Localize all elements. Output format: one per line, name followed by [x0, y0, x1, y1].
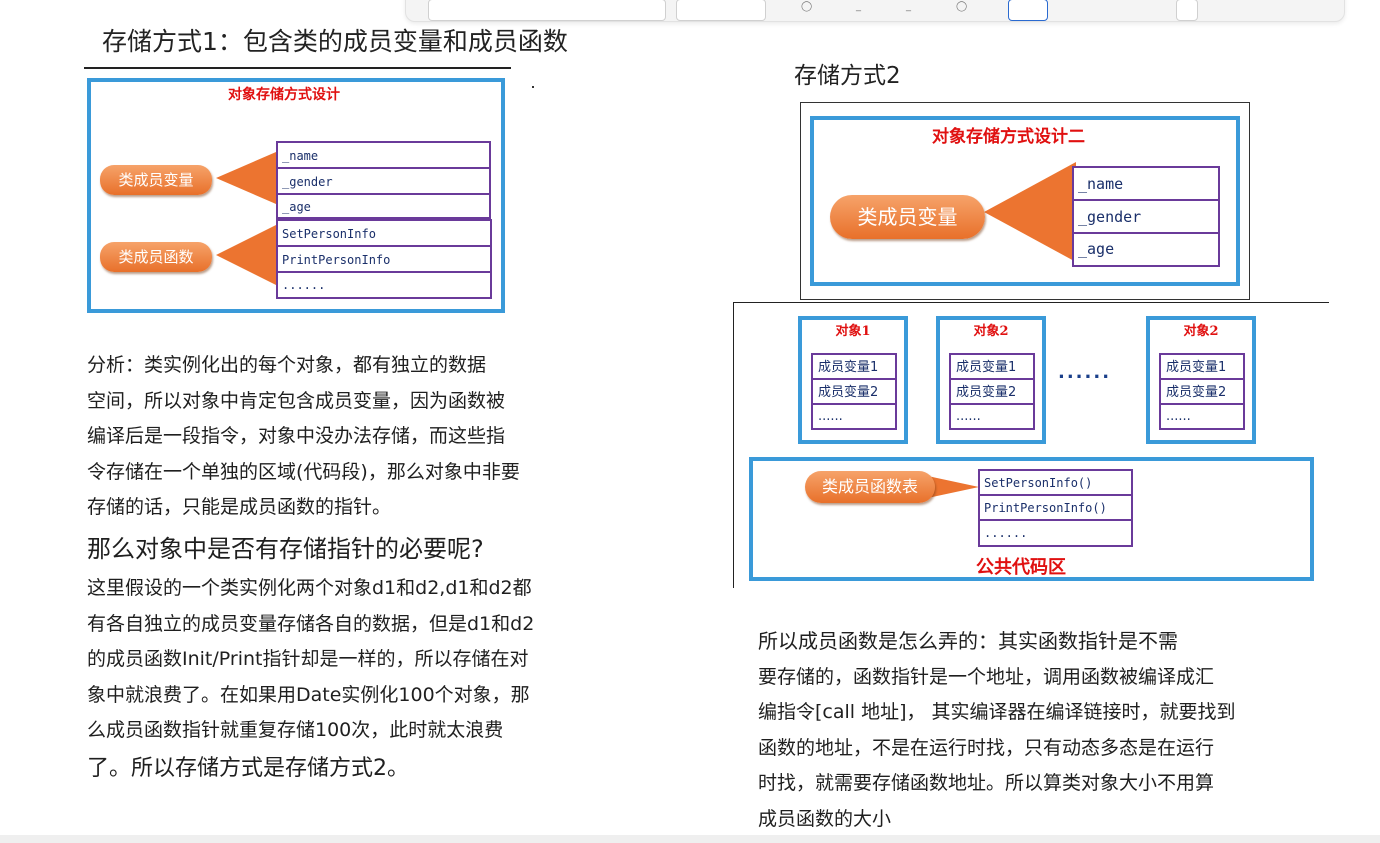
func-table: SetPersonInfo() PrintPersonInfo() ...... — [978, 469, 1133, 547]
toolbar-circle-icon[interactable]: ◯ — [956, 1, 967, 12]
explain-line: 函数的地址，不是在运行时找，只有动态多态是在运行 — [758, 736, 1215, 759]
func-table-pill: 类成员函数表 — [805, 471, 935, 503]
object-cell: ...... — [1166, 409, 1191, 424]
answer-paragraph: 这里假设的一个类实例化两个对象d1和d2,d1和d2都 有各自独立的成员变量存储… — [87, 571, 534, 749]
var-cell: _age — [282, 200, 311, 214]
object-cell: 成员变量1 — [1161, 355, 1243, 380]
toolbar-underline-icon[interactable]: _ — [906, 1, 916, 12]
object-cells: 成员变量1 成员变量2 ...... — [1159, 353, 1245, 430]
object-cells: 成员变量1 成员变量2 ...... — [949, 353, 1035, 430]
explain-line: 时找，就需要存储函数地址。所以算类对象大小不用算 — [758, 772, 1215, 794]
analysis-line: 空间，所以对象中肯定包含成员变量，因为函数被 — [87, 389, 506, 412]
object-title: 对象1 — [835, 324, 871, 339]
object-title: 对象2 — [973, 324, 1009, 339]
objects-ellipsis: ...... — [1058, 362, 1112, 383]
dot-mark — [532, 86, 534, 88]
var-cell: _age — [1078, 240, 1115, 258]
vars-table-2: _name _gender _age — [1072, 166, 1220, 267]
analysis-line: 存储的话，只能是成员函数的指针。 — [87, 496, 392, 518]
analysis-paragraph: 分析：类实例化出的每个对象，都有独立的数据 空间，所以对象中肯定包含成员变量，因… — [87, 348, 520, 526]
heading-storage-1: 存储方式1：包含类的成员变量和成员函数 — [102, 27, 568, 56]
answer-line: 有各自独立的成员变量存储各自的数据，但是d1和d2 — [87, 612, 535, 635]
divider — [733, 302, 734, 588]
divider — [84, 67, 511, 69]
member-func-pill: 类成员函数 — [100, 242, 212, 272]
func-cell: SetPersonInfo() — [980, 471, 1131, 496]
analysis-line: 令存储在一个单独的区域(代码段)，那么对象中非要 — [87, 460, 520, 483]
object-cell: ...... — [818, 409, 843, 424]
member-var-pill: 类成员变量 — [100, 165, 212, 195]
toolbar-checkbox[interactable] — [1176, 0, 1198, 21]
func-cell: PrintPersonInfo — [278, 247, 490, 273]
funcs-table: SetPersonInfo PrintPersonInfo ...... — [276, 219, 492, 299]
diagram-title: 对象存储方式设计 — [228, 87, 340, 103]
object-cell: 成员变量1 — [813, 355, 895, 380]
answer-line: 象中就浪费了。在如果用Date实例化100个对象，那 — [87, 683, 530, 706]
divider — [733, 302, 1329, 303]
var-cell: _name — [1074, 168, 1218, 201]
object-cell: 成员变量1 — [951, 355, 1033, 380]
object-box-1: 对象1 成员变量1 成员变量2 ...... — [798, 316, 908, 444]
object-cell: 成员变量2 — [813, 380, 895, 405]
explain-line: 要存储的，函数指针是一个地址，调用函数被编译成汇 — [758, 665, 1215, 688]
conclusion: 了。所以存储方式是存储方式2。 — [87, 756, 409, 781]
var-cell: _gender — [1074, 201, 1218, 234]
object-cell: 成员变量2 — [1161, 380, 1243, 405]
toolbar-circle-icon[interactable]: ◯ — [801, 1, 812, 12]
func-cell: SetPersonInfo — [278, 221, 490, 247]
diagram-storage-2: 对象存储方式设计二 类成员变量 _name _gender _age — [810, 116, 1240, 286]
floating-toolbar: ◯ _ _ ◯ — [405, 0, 1345, 22]
arrow-to-vars-2 — [984, 162, 1076, 262]
heading-storage-2: 存储方式2 — [794, 63, 901, 89]
toolbar-underline-icon[interactable]: _ — [856, 1, 866, 12]
object-title: 对象2 — [1183, 324, 1219, 339]
object-cells: 成员变量1 成员变量2 ...... — [811, 353, 897, 430]
func-cell: PrintPersonInfo() — [980, 496, 1131, 521]
member-var-pill-2: 类成员变量 — [830, 195, 985, 239]
object-box-2: 对象2 成员变量1 成员变量2 ...... — [936, 316, 1046, 444]
arrow-to-funcs — [216, 225, 276, 285]
object-cell: ...... — [956, 409, 981, 424]
public-code-label: 公共代码区 — [976, 557, 1066, 578]
toolbar-dropdown[interactable] — [676, 0, 766, 21]
explain-line: 成员函数的大小 — [758, 807, 892, 830]
var-cell: _name — [278, 143, 489, 169]
public-code-box: 类成员函数表 SetPersonInfo() PrintPersonInfo()… — [749, 457, 1314, 581]
explain-line: 所以成员函数是怎么弄的：其实函数指针是不需 — [758, 629, 1178, 653]
arrow-to-vars — [216, 152, 276, 204]
vars-table: _name _gender _age — [276, 141, 491, 219]
explain-paragraph: 所以成员函数是怎么弄的：其实函数指针是不需 要存储的，函数指针是一个地址，调用函… — [758, 624, 1236, 837]
diagram-storage-1: 对象存储方式设计 类成员变量 类成员函数 _name _gender _age … — [87, 78, 505, 313]
answer-line: 么成员函数指针就重复存储100次，此时就太浪费 — [87, 719, 504, 741]
var-cell: _gender — [278, 169, 489, 195]
object-box-3: 对象2 成员变量1 成员变量2 ...... — [1146, 316, 1256, 444]
explain-line: 编指令[call 地址]， 其实编译器在编译链接时，就要找到 — [758, 701, 1236, 723]
diagram2-title: 对象存储方式设计二 — [932, 127, 1085, 147]
func-cell: ...... — [984, 526, 1028, 540]
question-heading: 那么对象中是否有存储指针的必要呢? — [87, 535, 484, 563]
analysis-line: 分析：类实例化出的每个对象，都有独立的数据 — [87, 354, 487, 376]
bottom-scroll-strip — [0, 835, 1380, 843]
answer-line: 的成员函数Init/Print指针却是一样的，所以存储在对 — [87, 648, 529, 670]
func-cell: ...... — [282, 278, 326, 292]
analysis-line: 编译后是一段指令，对象中没办法存储，而这些指 — [87, 425, 506, 447]
toolbar-field[interactable] — [428, 0, 666, 21]
object-cell: 成员变量2 — [951, 380, 1033, 405]
answer-line: 这里假设的一个类实例化两个对象d1和d2,d1和d2都 — [87, 577, 532, 599]
toolbar-active-button[interactable] — [1008, 0, 1048, 21]
